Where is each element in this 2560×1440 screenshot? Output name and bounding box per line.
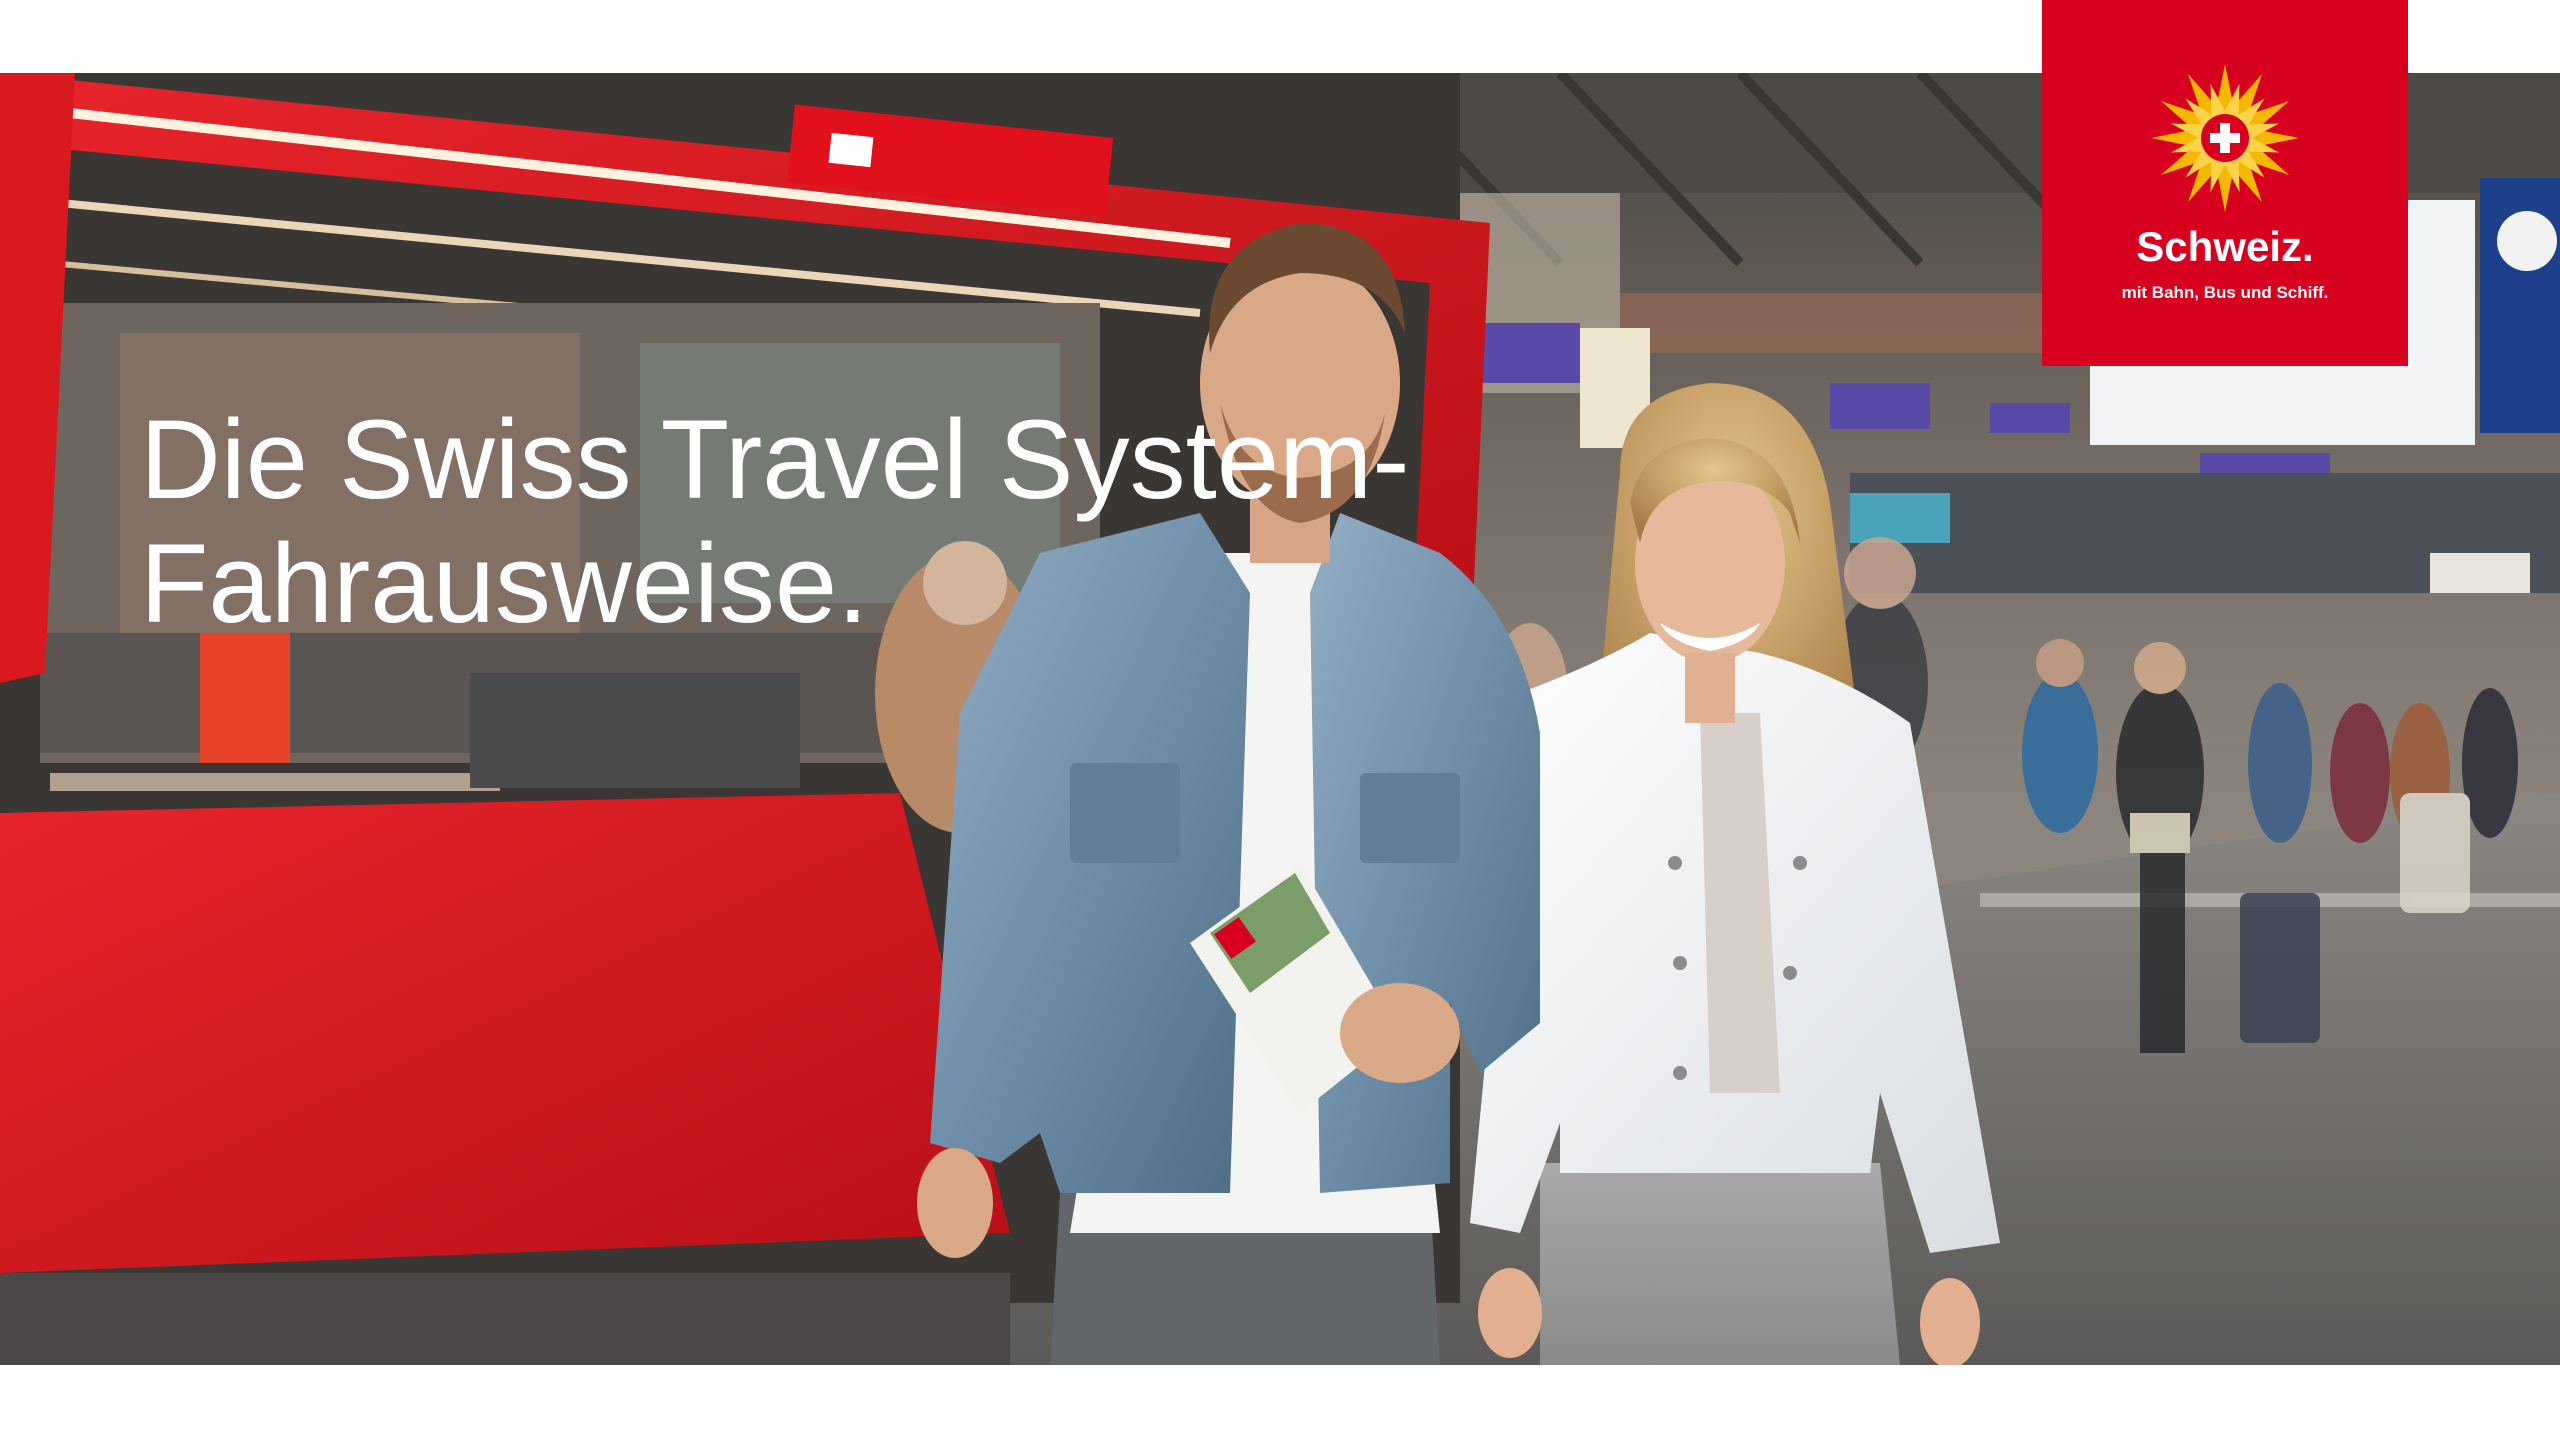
- slide-title-line-2: Fahrausweise.: [140, 521, 869, 646]
- logo-tagline: mit Bahn, Bus und Schiff.: [2121, 283, 2329, 302]
- schweiz-logo: Schweiz. mit Bahn, Bus und Schiff.: [2042, 0, 2408, 366]
- slide-title-line-1: Die Swiss Travel System-: [140, 397, 1410, 522]
- logo-name: Schweiz.: [2136, 223, 2314, 270]
- swiss-star-icon: [2151, 64, 2299, 212]
- slide-title: Die Swiss Travel System- Fahrausweise.: [140, 398, 1740, 646]
